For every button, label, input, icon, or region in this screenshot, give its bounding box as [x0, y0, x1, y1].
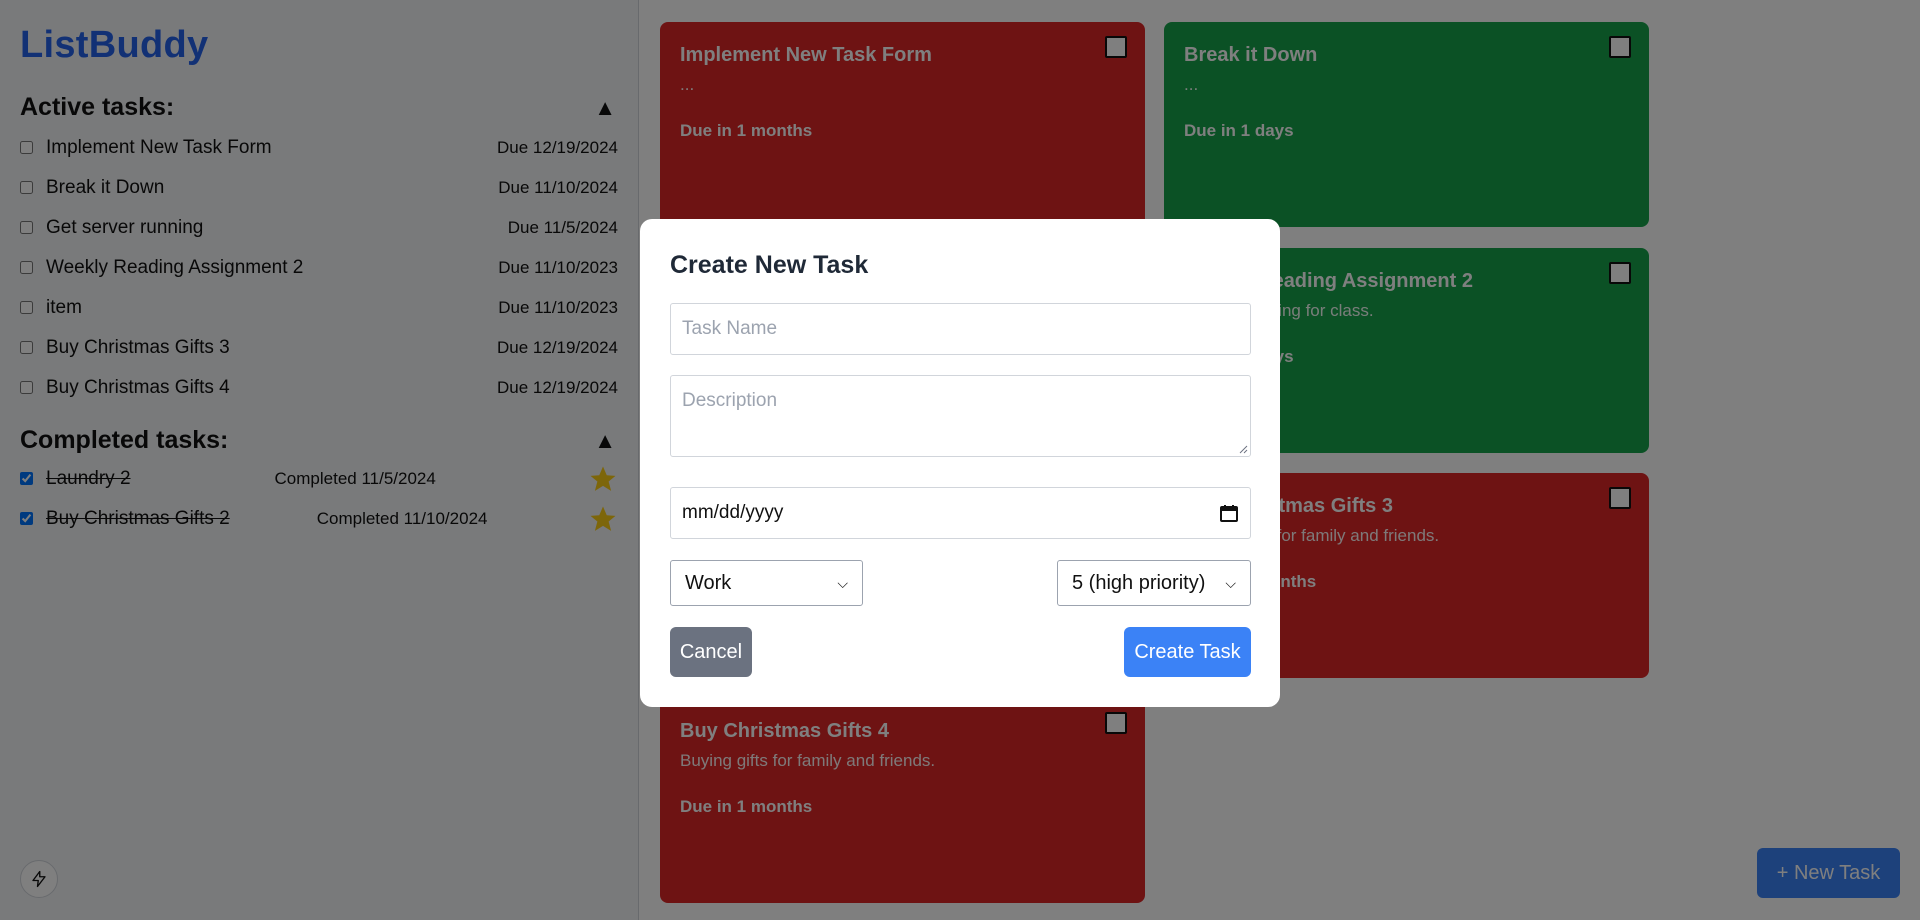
description-placeholder: Description [682, 390, 778, 411]
category-value: Work [685, 571, 732, 594]
chevron-down-icon: ⌵ [837, 574, 848, 591]
task-name-placeholder: Task Name [682, 318, 778, 339]
cancel-button[interactable]: Cancel [670, 627, 752, 677]
modal-title: Create New Task [670, 251, 869, 279]
date-placeholder: mm/dd/yyyy [682, 502, 784, 523]
calendar-icon[interactable] [1219, 503, 1239, 523]
chevron-down-icon: ⌵ [1225, 574, 1236, 591]
priority-select[interactable]: 5 (high priority) ⌵ [1057, 560, 1251, 606]
category-select[interactable]: Work ⌵ [670, 560, 863, 606]
task-name-input[interactable]: Task Name [670, 303, 1251, 355]
due-date-input[interactable]: mm/dd/yyyy [670, 487, 1251, 539]
description-textarea[interactable]: Description [670, 375, 1251, 457]
create-task-modal: Create New Task Task Name Description mm… [640, 219, 1280, 707]
priority-value: 5 (high priority) [1072, 571, 1206, 594]
create-task-button[interactable]: Create Task [1124, 627, 1251, 677]
resize-handle-icon[interactable] [1238, 444, 1248, 454]
